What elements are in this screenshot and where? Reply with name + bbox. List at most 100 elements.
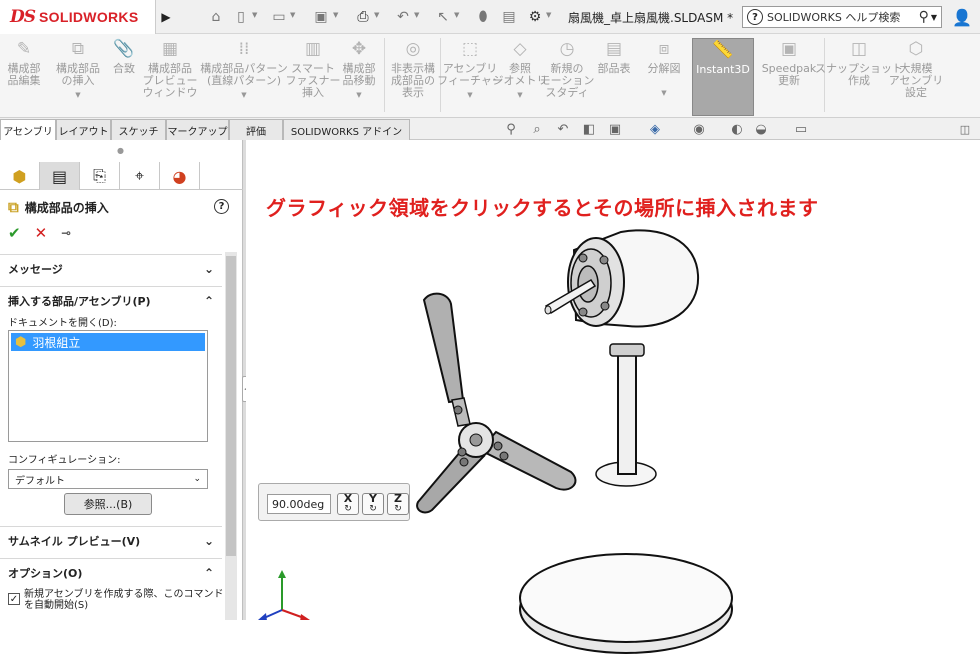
browse-button[interactable]: 参照...(B): [64, 493, 152, 515]
new-document-icon[interactable]: ▯: [232, 8, 250, 26]
reference-geometry-button[interactable]: ◇ 参照 ジオメトリ ▼: [493, 38, 548, 116]
dimxpert-manager-tab-icon[interactable]: ⌖: [120, 162, 160, 190]
component-preview-button[interactable]: ▦ 構成部品 プレビュー ウィンドウ: [142, 38, 198, 116]
mate-button[interactable]: 📎 合致: [108, 38, 140, 116]
chevron-down-icon[interactable]: ▼: [75, 89, 80, 101]
chevron-down-icon[interactable]: ▼: [374, 11, 379, 19]
configuration-select[interactable]: デフォルト ⌄: [8, 469, 208, 489]
section-message[interactable]: メッセージ ⌄: [0, 254, 222, 282]
search-icon[interactable]: ⚲: [919, 9, 929, 25]
exploded-view-button[interactable]: ⧈ 分解図 ▼: [640, 38, 688, 116]
section-thumbnail-preview[interactable]: サムネイル プレビュー(V) ⌄: [0, 526, 222, 554]
move-component-button[interactable]: ✥ 構成部 品移動 ▼: [336, 38, 382, 116]
chevron-down-icon[interactable]: ▼: [414, 11, 419, 19]
property-manager-tab-icon[interactable]: ▤: [40, 162, 80, 190]
panel-grip[interactable]: ●: [117, 146, 124, 155]
chevron-down-icon[interactable]: ▼: [333, 11, 338, 19]
configuration-manager-tab-icon[interactable]: ⎘: [80, 162, 120, 190]
instant3d-button[interactable]: 📏 Instant3D: [692, 38, 754, 116]
bom-button[interactable]: ▤ 部品表: [592, 38, 636, 116]
motion-study-icon: ◷: [559, 39, 575, 59]
speedpak-button[interactable]: ▣ Speedpak 更新: [758, 38, 820, 116]
edit-component-button[interactable]: ✎ 構成部 品編集: [4, 38, 44, 116]
rotation-angle-input[interactable]: 90.00deg: [267, 494, 331, 514]
zoom-to-fit-icon[interactable]: ⚲: [502, 120, 520, 138]
user-icon[interactable]: 👤: [952, 8, 972, 27]
chevron-up-icon[interactable]: ⌃: [204, 566, 214, 580]
linear-pattern-button[interactable]: ⁞⁞ 構成部品パターン (直線パターン) ▼: [200, 38, 288, 116]
hide-show-items-icon[interactable]: ◐: [728, 120, 746, 138]
rotate-z-button[interactable]: Z ↻: [387, 493, 409, 515]
tab-sketch[interactable]: スケッチ: [111, 119, 166, 140]
graphics-area[interactable]: グラフィック領域をクリックするとその場所に挿入されます 90.00deg X ↻…: [246, 140, 980, 654]
list-item[interactable]: ⬢ 羽根組立: [11, 333, 205, 351]
zoom-to-area-icon[interactable]: ⌕: [528, 120, 546, 138]
tab-addins[interactable]: SOLIDWORKS アドイン: [283, 119, 410, 140]
rebuild-icon[interactable]: ⬮: [474, 8, 492, 26]
chevron-down-icon[interactable]: ▼: [241, 89, 246, 101]
section-options[interactable]: オプション(O) ⌃: [0, 558, 222, 586]
cancel-x-icon[interactable]: ✕: [35, 224, 48, 242]
desk-fan-model[interactable]: [406, 220, 946, 660]
view-orientation-icon[interactable]: ◈: [646, 120, 664, 138]
tab-assembly[interactable]: アセンブリ: [0, 119, 56, 140]
open-icon[interactable]: ▭: [270, 8, 288, 26]
assembly-features-button[interactable]: ⬚ アセンブリ フィーチャー ▼: [437, 38, 503, 116]
smart-fasteners-button[interactable]: ▥ スマート ファスナー 挿入: [286, 38, 341, 116]
chevron-down-icon[interactable]: ▼: [661, 87, 666, 99]
snapshot-button[interactable]: ◫ スナップショット 作成: [815, 38, 903, 116]
rotate-x-button[interactable]: X ↻: [337, 493, 359, 515]
ds-logo-mark: DS: [10, 7, 36, 27]
help-search-input[interactable]: SOLIDWORKS ヘルプ検索: [767, 9, 919, 25]
display-manager-tab-icon[interactable]: ◕: [160, 162, 200, 190]
document-name: 羽根組立: [32, 335, 81, 350]
insert-components-button[interactable]: ⧉ 構成部品 の挿入 ▼: [50, 38, 106, 116]
help-search-box[interactable]: ? SOLIDWORKS ヘルプ検索 ⚲ ▼: [742, 6, 942, 28]
chevron-down-icon[interactable]: ⌄: [204, 534, 214, 548]
previous-view-icon[interactable]: ↶: [554, 120, 572, 138]
home-icon[interactable]: ⌂: [207, 8, 225, 26]
chevron-down-icon[interactable]: ▼: [454, 11, 459, 19]
menu-flyout-arrow-icon[interactable]: ▶: [158, 0, 174, 34]
chevron-up-icon[interactable]: ⌃: [204, 294, 214, 308]
solidworks-logo[interactable]: DS SOLIDWORKS: [0, 0, 156, 34]
ok-check-icon[interactable]: ✔: [8, 224, 21, 242]
tab-evaluate[interactable]: 評価: [229, 119, 283, 140]
display-style-icon[interactable]: ◉: [690, 120, 708, 138]
chevron-down-icon[interactable]: ⌄: [204, 262, 214, 276]
dynamic-annotation-icon[interactable]: ▣: [606, 120, 624, 138]
chevron-down-icon[interactable]: ▼: [290, 11, 295, 19]
view-settings-icon[interactable]: ▭: [792, 120, 810, 138]
motion-study-button[interactable]: ◷ 新規の モーション スタディ: [540, 38, 595, 116]
section-part-assembly[interactable]: 挿入する部品/アセンブリ(P) ⌃: [0, 286, 222, 314]
edit-component-icon: ✎: [16, 39, 32, 59]
chevron-down-icon[interactable]: ▼: [467, 89, 472, 101]
rotate-y-button[interactable]: Y ↻: [362, 493, 384, 515]
feature-manager-tab-icon[interactable]: ⬢: [0, 162, 40, 190]
chevron-down-icon[interactable]: ▼: [931, 13, 937, 22]
show-hidden-components-button[interactable]: ◎ 非表示構 成部品の 表示: [388, 38, 438, 116]
large-assembly-settings-button[interactable]: ⬡ 大規模 アセンブリ 設定: [889, 38, 943, 116]
undo-icon[interactable]: ↶: [394, 8, 412, 26]
speedpak-icon: ▣: [780, 39, 798, 59]
chevron-down-icon[interactable]: ▼: [517, 89, 522, 101]
tab-layout[interactable]: レイアウト: [56, 119, 111, 140]
print-icon[interactable]: ⎙: [354, 8, 372, 26]
edit-appearance-icon[interactable]: ◒: [752, 120, 770, 138]
chevron-down-icon[interactable]: ▼: [546, 11, 551, 19]
file-properties-icon[interactable]: ▤: [500, 8, 518, 26]
select-icon[interactable]: ↖: [434, 8, 452, 26]
pin-icon[interactable]: ⊸: [61, 226, 71, 242]
section-view-icon[interactable]: ◧: [580, 120, 598, 138]
help-icon[interactable]: ?: [214, 199, 229, 214]
chevron-down-icon[interactable]: ▼: [252, 11, 257, 19]
options-icon[interactable]: ⚙: [526, 8, 544, 26]
tab-markup[interactable]: マークアップ: [166, 119, 229, 140]
panel-scrollbar[interactable]: [225, 252, 237, 620]
save-icon[interactable]: ▣: [312, 8, 330, 26]
scroll-thumb[interactable]: [226, 256, 236, 556]
open-documents-list[interactable]: ⬢ 羽根組立: [8, 330, 208, 442]
restore-pane-icon[interactable]: ◫: [956, 120, 974, 138]
auto-start-checkbox[interactable]: ✓: [8, 593, 20, 605]
chevron-down-icon[interactable]: ▼: [356, 89, 361, 101]
